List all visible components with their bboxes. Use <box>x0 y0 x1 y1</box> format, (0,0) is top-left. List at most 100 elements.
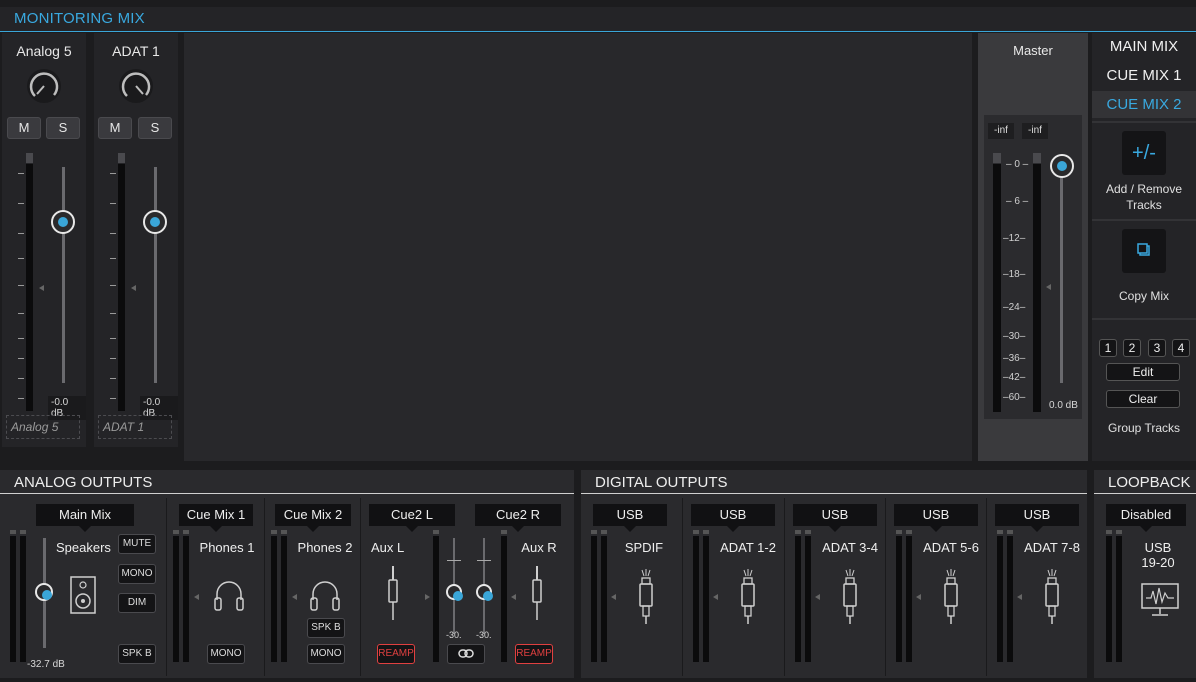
master-meter-panel: -inf -inf – 0 – – 6 – –12– –18– –24– –30… <box>984 115 1082 419</box>
level-meter-left <box>993 164 1001 412</box>
output-adat-5-6: USB ADAT 5-6 <box>885 498 986 676</box>
level-meter <box>805 536 811 662</box>
fader-thumb[interactable] <box>51 210 75 234</box>
pan-knob[interactable] <box>119 69 153 103</box>
channel-strip-analog-5: Analog 5 M S -0.0 dB Analog 5 <box>2 33 86 447</box>
level-meter-aux-r <box>501 536 507 662</box>
source-selector[interactable]: USB <box>691 504 775 532</box>
group-1-button[interactable]: 1 <box>1099 339 1117 357</box>
source-selector[interactable]: Disabled <box>1106 504 1186 532</box>
meter-pointer-icon <box>292 594 297 600</box>
clear-group-button[interactable]: Clear <box>1106 390 1180 408</box>
source-selector-aux-r[interactable]: Cue2 R <box>475 504 561 532</box>
mute-button[interactable]: MUTE <box>118 534 156 554</box>
source-selector[interactable]: USB <box>793 504 877 532</box>
level-meter <box>271 536 277 662</box>
output-aux: Cue2 L Cue2 R Aux L Aux R -30. -30. REAM… <box>360 498 572 676</box>
mix-main[interactable]: MAIN MIX <box>1092 33 1196 60</box>
meter-pointer-icon <box>916 594 921 600</box>
group-3-button[interactable]: 3 <box>1148 339 1166 357</box>
meter-clip-right <box>1033 153 1041 163</box>
master-fader-track[interactable] <box>1060 167 1063 383</box>
analog-outputs-title: ANALOG OUTPUTS <box>0 470 574 494</box>
meter-pointer-icon <box>194 594 199 600</box>
fader-track[interactable] <box>62 167 65 383</box>
digital-outputs-panel: DIGITAL OUTPUTS USB SPDIF USB ADAT 1-2 U… <box>581 470 1087 678</box>
output-loopback: Disabled USB 19-20 <box>1094 498 1196 676</box>
reamp-button-r[interactable]: REAMP <box>515 644 553 664</box>
output-name: Phones 1 <box>199 540 255 555</box>
peak-readout-right: -inf <box>1022 123 1048 139</box>
divider <box>1092 318 1196 320</box>
speaker-b-button[interactable]: SPK B <box>118 644 156 664</box>
level-meter-aux-l <box>433 536 439 662</box>
headphones-icon <box>310 581 340 611</box>
source-selector[interactable]: USB <box>894 504 978 532</box>
pan-knob[interactable] <box>27 69 61 103</box>
scale-label: –18– <box>1003 269 1026 280</box>
source-selector[interactable]: USB <box>995 504 1079 532</box>
mono-button[interactable]: MONO <box>307 644 345 664</box>
source-selector[interactable]: Cue Mix 1 <box>179 504 253 532</box>
trim-thumb-l[interactable] <box>446 584 463 601</box>
scale-label: –36– <box>1003 353 1026 364</box>
dim-button[interactable]: DIM <box>118 593 156 613</box>
output-name-aux-l: Aux L <box>371 540 405 555</box>
source-selector[interactable]: Cue Mix 2 <box>275 504 351 532</box>
channel-label-field[interactable]: Analog 5 <box>6 415 80 439</box>
master-fader-thumb[interactable] <box>1050 154 1074 178</box>
meter-pointer-icon <box>1017 594 1022 600</box>
trim-mark <box>477 560 491 561</box>
reamp-button-l[interactable]: REAMP <box>377 644 415 664</box>
level-meter-right <box>1033 164 1041 412</box>
mute-button[interactable]: M <box>7 117 41 139</box>
fader-track[interactable] <box>154 167 157 383</box>
mono-button[interactable]: MONO <box>207 644 245 664</box>
add-remove-tracks-button[interactable]: +/- <box>1122 131 1166 175</box>
scale-label: –30– <box>1003 331 1026 342</box>
mix-cue-2[interactable]: CUE MIX 2 <box>1092 91 1196 118</box>
level-meter <box>906 536 912 662</box>
edit-group-button[interactable]: Edit <box>1106 363 1180 381</box>
fader-thumb[interactable] <box>143 210 167 234</box>
solo-button[interactable]: S <box>138 117 172 139</box>
group-4-button[interactable]: 4 <box>1172 339 1190 357</box>
source-selector[interactable]: Main Mix <box>36 504 134 532</box>
output-db-value: -32.7 dB <box>27 659 65 670</box>
optical-connector-icon <box>843 569 857 624</box>
meter-pointer-icon <box>39 285 44 291</box>
output-spdif: USB SPDIF <box>581 498 682 676</box>
channel-label-field[interactable]: ADAT 1 <box>98 415 172 439</box>
source-selector[interactable]: USB <box>593 504 667 532</box>
optical-connector-icon <box>741 569 755 624</box>
fader-thumb[interactable] <box>35 583 53 601</box>
output-adat-1-2: USB ADAT 1-2 <box>682 498 784 676</box>
copy-mix-button[interactable] <box>1122 229 1166 273</box>
source-selector-aux-l[interactable]: Cue2 L <box>369 504 455 532</box>
level-meter <box>703 536 709 662</box>
mix-cue-1[interactable]: CUE MIX 1 <box>1092 62 1196 89</box>
scale-label: –60– <box>1003 392 1026 403</box>
speaker-b-button[interactable]: SPK B <box>307 618 345 638</box>
level-meter <box>795 536 801 662</box>
level-meter <box>1106 536 1112 662</box>
link-icon <box>458 649 474 658</box>
optical-connector-icon <box>1045 569 1059 624</box>
meter-pointer-icon <box>713 594 718 600</box>
loopback-panel: LOOPBACK Disabled USB 19-20 <box>1094 470 1196 678</box>
group-2-button[interactable]: 2 <box>1123 339 1141 357</box>
link-button[interactable] <box>447 644 485 664</box>
solo-button[interactable]: S <box>46 117 80 139</box>
mono-button[interactable]: MONO <box>118 564 156 584</box>
monitoring-mix-header <box>0 7 1196 32</box>
peak-readout-left: -inf <box>988 123 1014 139</box>
meter-pointer-icon <box>131 285 136 291</box>
level-meter <box>1007 536 1013 662</box>
scale-label: –24– <box>1003 302 1026 313</box>
level-meter <box>591 536 597 662</box>
trim-thumb-r[interactable] <box>476 584 493 601</box>
output-adat-3-4: USB ADAT 3-4 <box>784 498 885 676</box>
mute-button[interactable]: M <box>98 117 132 139</box>
level-meter <box>1116 536 1122 662</box>
level-meter <box>118 164 125 411</box>
